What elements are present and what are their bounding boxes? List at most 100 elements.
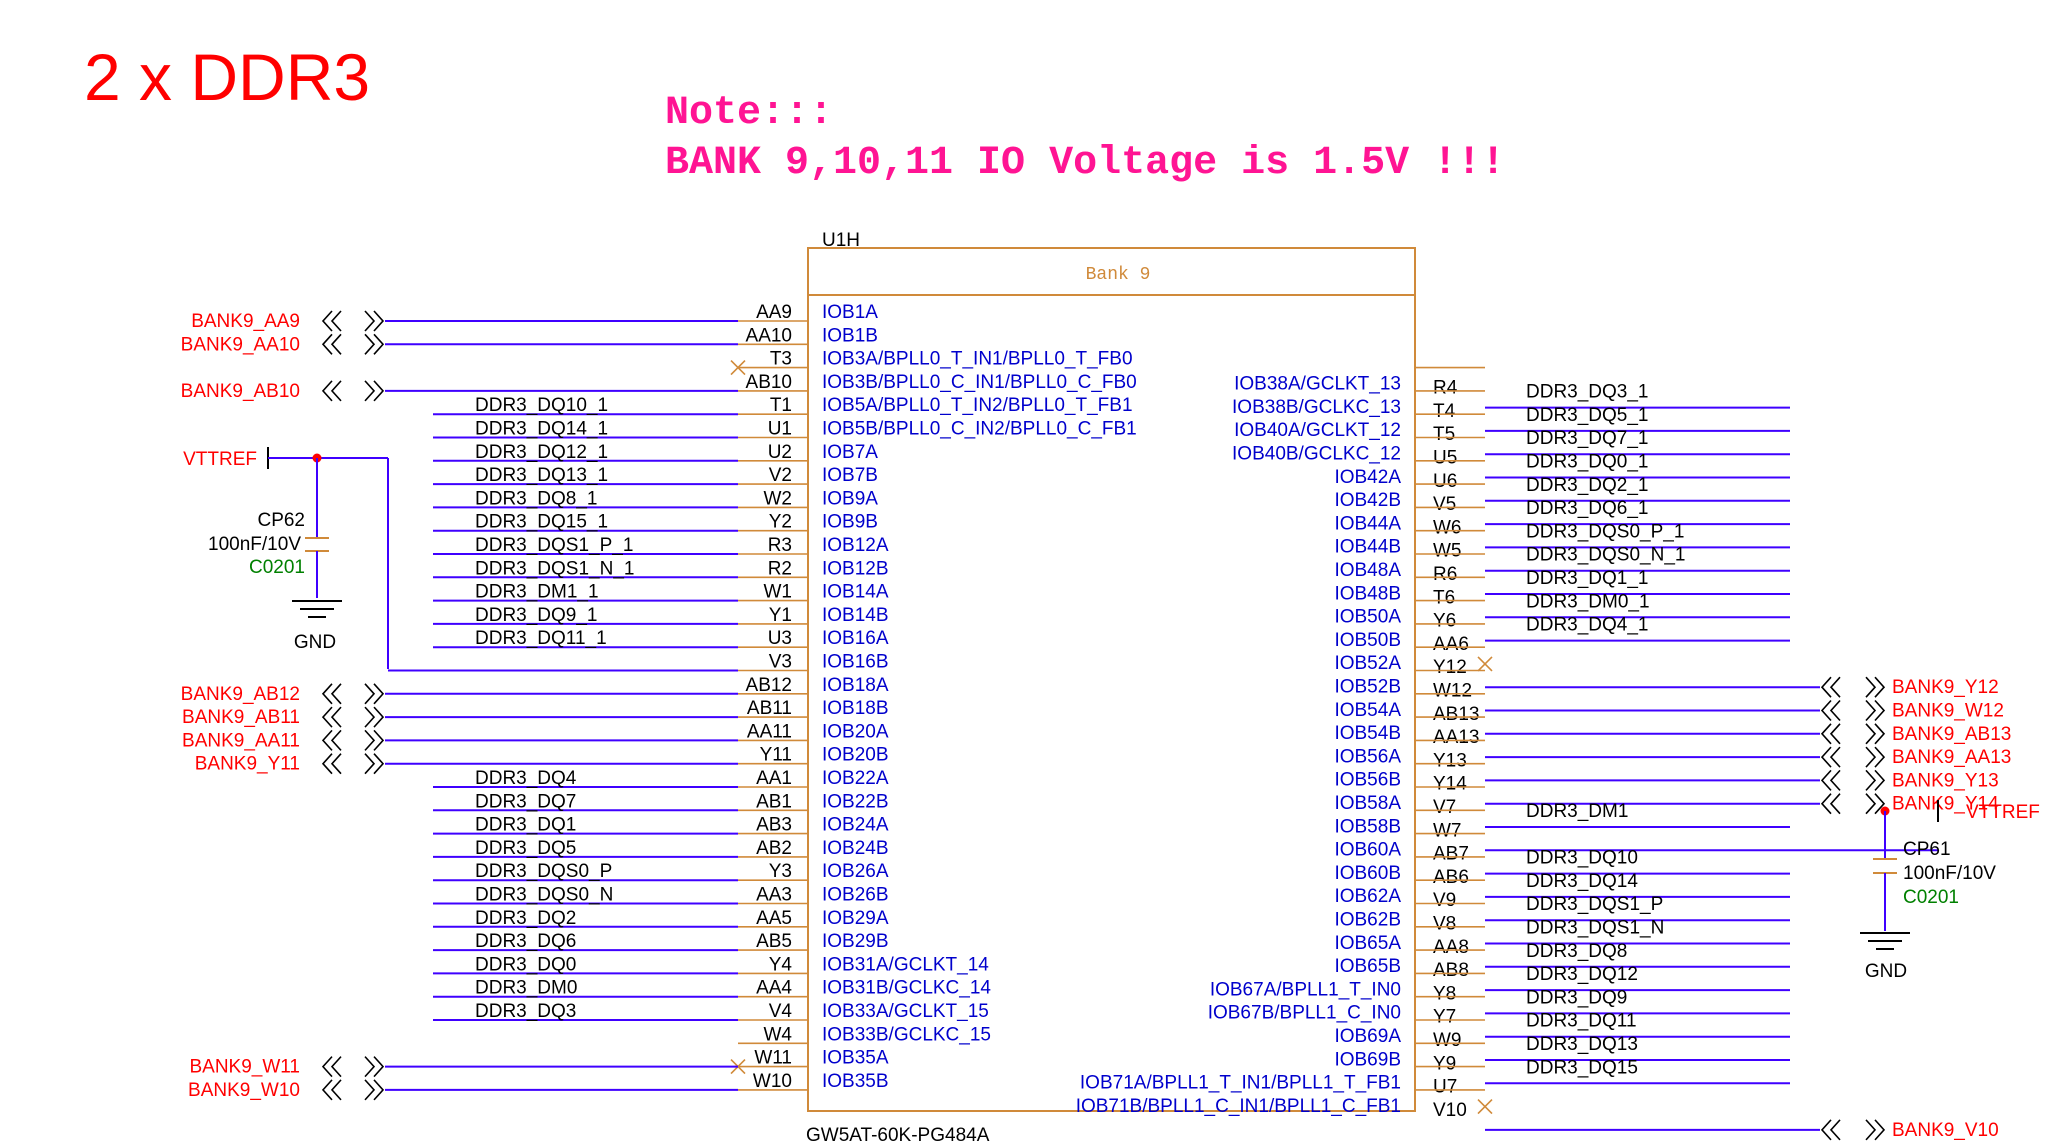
left-pin-aa3-net-label: DDR3_DQS0_N — [475, 885, 613, 906]
left-pin-aa5-name: IOB29A — [822, 908, 889, 929]
left-pin-u2-name: IOB7A — [822, 442, 878, 463]
left-pin-ab10-chevron-out-icon — [364, 380, 385, 402]
left-pin-w11-number: W11 — [754, 1048, 792, 1069]
right-pin-y6-net-label: DDR3_DQ4_1 — [1526, 615, 1649, 636]
left-pin-ab11-chevron-in-icon — [321, 706, 342, 728]
right-pin-aa13-name: IOB54B — [1334, 723, 1401, 744]
right-pin-ab6-name: IOB60B — [1334, 863, 1401, 884]
left-gnd-label: GND — [294, 632, 336, 653]
left-pin-w10-offpage-connector — [321, 1079, 385, 1101]
left-pin-ab3-number: AB3 — [756, 815, 792, 836]
left-pin-w11-name: IOB35A — [822, 1048, 889, 1069]
left-pin-ab10-offpage-connector — [321, 380, 385, 402]
left-pin-v4-net-label: DDR3_DQ3 — [475, 1001, 576, 1022]
left-pin-y4-number: Y4 — [769, 954, 793, 975]
right-pin-r4-name: IOB38A/GCLKT_13 — [1234, 374, 1401, 395]
right-pin-ab13-chevron-in-icon — [1820, 723, 1841, 745]
left-pin-aa11-number: AA11 — [747, 721, 792, 742]
right-pin-w7-name: IOB58B — [1334, 816, 1401, 837]
right-pin-aa6-number: AA6 — [1433, 634, 1469, 655]
left-pin-v2-net-label: DDR3_DQ13_1 — [475, 465, 608, 486]
right-pin-y13-name: IOB56A — [1334, 746, 1401, 767]
left-pin-aa11-name: IOB20A — [822, 721, 889, 742]
left-pin-t1-name: IOB5A/BPLL0_T_IN2/BPLL0_T_FB1 — [822, 395, 1133, 416]
left-vttref-cap-group: VTTREF CP62 100nF/10V C0201 GND — [183, 447, 389, 669]
left-pin-aa10-chevron-out-icon — [364, 333, 385, 355]
left-pin-w10-chevron-in-icon — [321, 1079, 342, 1101]
right-pin-v10-offpage-connector — [1820, 1119, 1886, 1141]
right-pin-u5-net-label: DDR3_DQ0_1 — [1526, 452, 1649, 473]
left-pin-w1-name: IOB14A — [822, 582, 889, 603]
right-pin-ab13-number: AB13 — [1433, 704, 1479, 725]
right-pin-aa13-chevron-in-icon — [1820, 746, 1841, 768]
right-pin-t6-name: IOB48B — [1334, 583, 1401, 604]
right-pin-r4-number: R4 — [1433, 378, 1458, 399]
left-pin-u1-net-label: DDR3_DQ14_1 — [475, 419, 608, 440]
right-pin-y13-chevron-in-icon — [1820, 769, 1841, 791]
right-pin-t4-name: IOB38B/GCLKC_13 — [1232, 397, 1401, 418]
right-pin-w5-name: IOB44B — [1334, 537, 1401, 558]
left-pin-aa9-number: AA9 — [756, 302, 792, 323]
right-pin-aa8-net-label: DDR3_DQ8 — [1526, 941, 1627, 962]
left-pin-ab12-name: IOB18A — [822, 675, 889, 696]
right-pin-y13-port-label: BANK9_Y13 — [1892, 770, 1999, 791]
right-pin-t4-number: T4 — [1433, 401, 1456, 422]
left-pins-group: AA9 IOB1A BANK9_AA9 AA10 IOB1B BANK9_AA10 T3 IO… — [181, 302, 1137, 1101]
left-pin-t1-number: T1 — [770, 395, 792, 416]
left-pin-aa10-name: IOB1B — [822, 325, 878, 346]
right-pin-u7-name: IOB71A/BPLL1_T_IN1/BPLL1_T_FB1 — [1080, 1073, 1401, 1094]
right-pin-v5-net-label: DDR3_DQ6_1 — [1526, 498, 1649, 519]
left-pin-v4-number: V4 — [769, 1001, 793, 1022]
right-pin-w12-offpage-connector — [1820, 699, 1886, 722]
left-pin-aa9-chevron-in-icon — [321, 310, 342, 332]
right-cap-value: 100nF/10V — [1903, 863, 1996, 884]
right-pin-w12-number: W12 — [1433, 681, 1472, 702]
left-pin-w10-chevron-out-icon — [364, 1079, 385, 1101]
right-pin-u6-number: U6 — [1433, 471, 1457, 492]
sheet-title: 2 x DDR3 — [84, 40, 370, 114]
left-pin-t3-name: IOB3A/BPLL0_T_IN1/BPLL0_T_FB0 — [822, 349, 1133, 370]
left-pin-w10-port-label: BANK9_W10 — [188, 1080, 300, 1101]
right-pin-y12-chevron-in-icon — [1820, 676, 1841, 698]
left-pin-aa4-name: IOB31B/GCLKC_14 — [822, 978, 991, 999]
left-pin-u1-number: U1 — [768, 419, 792, 440]
left-pin-y11-name: IOB20B — [822, 745, 889, 766]
right-pin-u5-number: U5 — [1433, 448, 1457, 469]
left-pin-t1-net-label: DDR3_DQ10_1 — [475, 395, 608, 416]
note-line-2: BANK 9,10,11 IO Voltage is 1.5V !!! — [665, 141, 1505, 186]
right-pin-y8-number: Y8 — [1433, 983, 1456, 1004]
schematic-svg: 2 x DDR3 Note::: BANK 9,10,11 IO Voltage… — [84, 40, 2040, 1146]
left-pin-aa11-port-label: BANK9_AA11 — [182, 730, 300, 751]
right-pin-aa13-chevron-out-icon — [1865, 746, 1886, 768]
left-pin-aa5-net-label: DDR3_DQ2 — [475, 908, 576, 929]
schematic-canvas: 2 x DDR3 Note::: BANK 9,10,11 IO Voltage… — [0, 0, 2059, 1146]
right-pin-v10-name: IOB71B/BPLL1_C_IN1/BPLL1_C_FB1 — [1076, 1096, 1401, 1117]
right-pin-v7-number: V7 — [1433, 797, 1456, 818]
right-pin-ab8-number: AB8 — [1433, 960, 1469, 981]
right-cap-ref: CP61 — [1903, 839, 1951, 860]
left-cap-value: 100nF/10V — [208, 534, 301, 555]
left-pin-aa9-offpage-connector — [321, 310, 385, 332]
left-pin-ab11-name: IOB18B — [822, 698, 889, 719]
left-pin-y1-number: Y1 — [769, 605, 792, 626]
left-pin-ab11-chevron-out-icon — [364, 706, 385, 728]
right-pin-r4-net-label: DDR3_DQ3_1 — [1526, 382, 1649, 403]
left-pin-y1-name: IOB14B — [822, 605, 889, 626]
right-pin-u7-no-connect-icon — [1477, 1099, 1493, 1115]
right-pin-y13-number: Y13 — [1433, 750, 1467, 771]
left-pin-u2-number: U2 — [768, 442, 792, 463]
right-pin-w12-chevron-in-icon — [1820, 699, 1841, 722]
left-pin-y2-number: Y2 — [769, 512, 792, 533]
left-pin-ab1-number: AB1 — [756, 791, 792, 812]
left-pin-y11-offpage-connector — [321, 753, 385, 775]
right-pin-ab13-name: IOB54A — [1334, 700, 1401, 721]
left-pin-ab10-name: IOB3B/BPLL0_C_IN1/BPLL0_C_FB0 — [822, 372, 1137, 393]
right-pin-t5-number: T5 — [1433, 424, 1455, 445]
right-pin-v8-number: V8 — [1433, 914, 1456, 935]
left-pin-t3-number: T3 — [770, 349, 792, 370]
left-pin-aa11-chevron-out-icon — [364, 729, 385, 751]
right-pin-ab8-net-label: DDR3_DQ12 — [1526, 964, 1638, 985]
right-pin-y6-number: Y6 — [1433, 611, 1456, 632]
right-pin-y12-number: Y12 — [1433, 657, 1467, 678]
right-pin-w12-port-label: BANK9_W12 — [1892, 701, 2004, 722]
